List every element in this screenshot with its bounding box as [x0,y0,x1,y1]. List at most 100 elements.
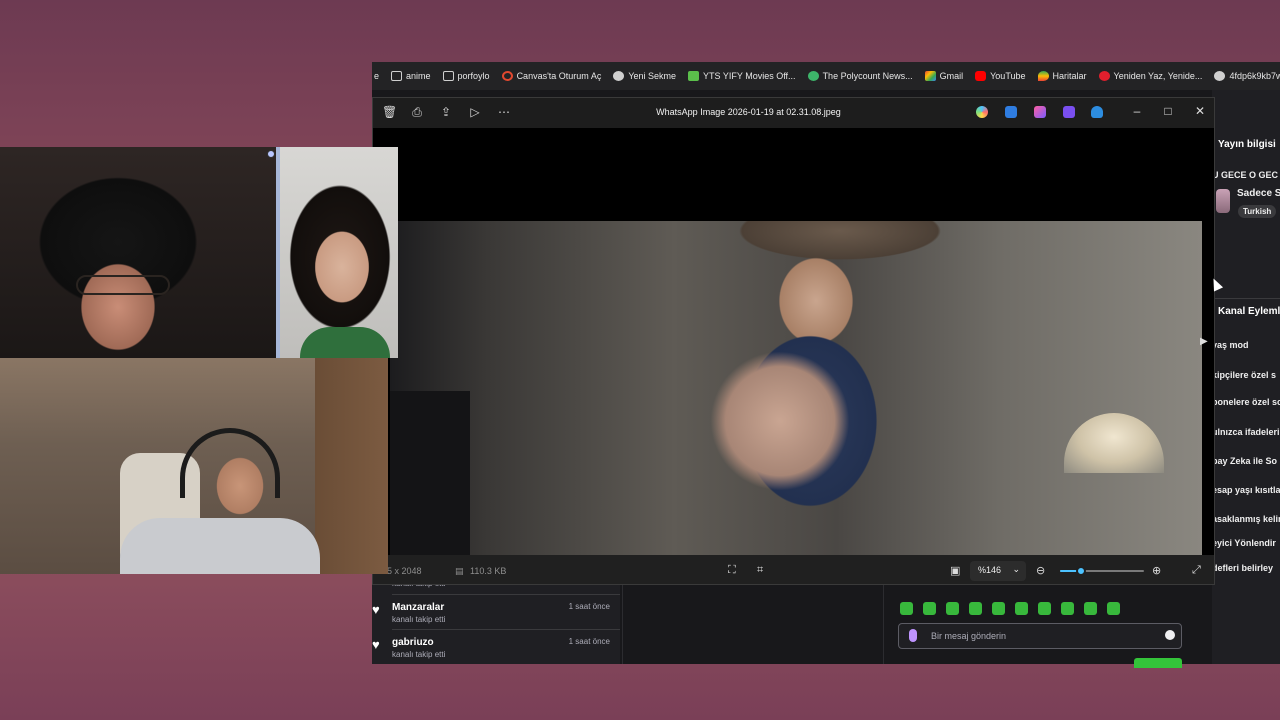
displayed-photo [390,221,1202,555]
bookmark-label: anime [406,71,431,81]
bookmark-label: Yeni Sekme [628,71,677,81]
channel-action-item[interactable]: esap yaşı kısıtla [1212,485,1280,495]
emote-icon[interactable] [946,602,959,615]
canvas-icon [501,71,513,81]
microphone-icon[interactable] [909,629,917,642]
bookmark-label: e [374,71,380,81]
emote-bar [900,602,1120,615]
bookmark-item[interactable]: anime [391,71,431,81]
next-image-icon[interactable]: ▶ [1200,336,1208,347]
zoom-in-icon[interactable]: ⊕ [1152,564,1161,577]
follower-item[interactable]: ♥ gabriuzo kanalı takip etti 1 saat önce [372,635,620,667]
bookmark-item[interactable]: YouTube [975,71,1026,81]
zoom-dropdown[interactable]: %146 ⌄ [970,561,1026,581]
bookmark-item[interactable]: Haritalar [1037,71,1087,81]
webcam-feed [0,147,276,358]
middle-panel [622,582,884,664]
divider [1212,298,1280,299]
bookmark-label: porfoylo [457,71,490,81]
minimize-icon[interactable]: – [1130,104,1144,118]
globe-icon [1214,71,1226,81]
channel-action-item[interactable]: asaklanmış kelin [1212,514,1280,524]
emote-icon[interactable] [1038,602,1051,615]
bookmark-item[interactable]: Gmail [924,71,963,81]
edit-icon[interactable] [1005,106,1017,118]
photo-viewer-window: 🗑 ⎙ ⇪ ▷ ⋯ WhatsApp Image 2026-01-19 at 0… [372,97,1215,585]
onedrive-icon[interactable] [1091,106,1103,118]
bookmark-item[interactable]: The Polycount News... [807,71,913,81]
webcam-feed [280,147,398,358]
heart-icon: ♥ [372,637,380,652]
zoom-slider[interactable] [1060,566,1144,576]
divider [392,629,620,630]
bookmark-item[interactable]: Yeniden Yaz, Yenide... [1098,71,1202,81]
channel-action-item[interactable]: ulnızca ifadeleri [1212,427,1280,437]
follower-time: 1 saat önce [568,602,610,611]
folder-icon [442,71,454,81]
emote-icon[interactable] [969,602,982,615]
zoom-slider-thumb[interactable] [1076,566,1086,576]
image-canvas[interactable]: ▶ [373,128,1214,555]
emote-icon[interactable] [1015,602,1028,615]
emote-icon[interactable] [900,602,913,615]
emote-icon[interactable] [1084,602,1097,615]
globe-icon [613,71,625,81]
close-icon[interactable]: ✕ [1193,104,1207,118]
crop-icon[interactable]: ⛶ [728,564,736,577]
bookmark-item[interactable]: YTS YIFY Movies Off... [688,71,796,81]
scan-icon[interactable]: ⌗ [757,564,763,577]
follower-item[interactable]: ♥ Manzaralar kanalı takip etti 1 saat ön… [372,600,620,632]
chat-send-button[interactable] [1134,658,1182,668]
emote-icon[interactable] [923,602,936,615]
stream-info-title: Yayın bilgisi [1218,139,1276,150]
streamer-name[interactable]: Sadece S [1237,188,1280,199]
chat-panel: Bir mesaj gönderin [884,582,1196,668]
chat-input[interactable]: Bir mesaj gönderin [898,623,1182,649]
bookmark-label: YTS YIFY Movies Off... [703,71,796,81]
clipchamp-icon[interactable] [1063,106,1075,118]
zoom-out-icon[interactable]: ⊖ [1036,564,1045,577]
viewer-titlebar: 🗑 ⎙ ⇪ ▷ ⋯ WhatsApp Image 2026-01-19 at 0… [373,98,1214,128]
youtube-icon [975,71,987,81]
folder-icon [391,71,403,81]
photo-detail [710,351,850,491]
emote-icon[interactable] [1061,602,1074,615]
designer-icon[interactable] [1034,106,1046,118]
follower-action: kanalı takip etti [392,650,446,659]
channel-action-item[interactable]: eyici Yönlendir [1212,538,1276,548]
bookmark-item[interactable]: porfoylo [442,71,490,81]
polycount-icon [807,71,819,81]
follower-action: kanalı takip etti [392,615,446,624]
emote-icon[interactable] [992,602,1005,615]
bookmark-item[interactable]: Yeni Sekme [613,71,676,81]
follower-time: 1 saat önce [568,637,610,646]
zoom-value: %146 [978,565,1002,575]
bookmark-item[interactable]: e [374,71,379,81]
channel-action-item[interactable]: pay Zeka ile So [1212,456,1277,466]
fit-screen-icon[interactable]: ▣ [950,564,960,577]
fullscreen-icon[interactable]: ⤢ [1192,564,1201,577]
status-indicator-icon [267,150,275,158]
webcam-detail [180,428,280,498]
bookmark-label: 4fdp6k9kb7w61.pn... [1229,71,1280,81]
channel-action-item[interactable]: kipçilere özel s [1212,370,1276,380]
maximize-icon[interactable]: □ [1161,104,1175,118]
channel-action-item[interactable]: defleri belirley [1212,563,1273,573]
language-tag[interactable]: Turkish [1238,205,1277,218]
yts-icon [688,71,700,81]
channel-action-item[interactable]: bonelere özel so [1212,397,1280,407]
file-size-icon: ▤ [455,566,464,576]
streamer-avatar[interactable] [1216,189,1230,213]
follower-name[interactable]: Manzaralar [392,602,444,613]
stream-side-panel: Yayın bilgisi U GECE O GEC Sadece S Turk… [1212,90,1280,664]
bookmark-item[interactable]: Canvas'ta Oturum Aç [501,71,601,81]
follower-name[interactable]: gabriuzo [392,637,434,648]
channel-action-item[interactable]: vaş mod [1212,340,1249,350]
webcam-detail [76,275,170,295]
copilot-icon[interactable] [976,106,988,118]
emote-icon[interactable] [1107,602,1120,615]
bookmark-item[interactable]: 4fdp6k9kb7w61.pn... [1214,71,1280,81]
bookmark-label: Haritalar [1052,71,1087,81]
follower-feed: kanalı takip etti ♥ Manzaralar kanalı ta… [372,579,620,667]
emoji-icon[interactable] [1165,630,1175,640]
